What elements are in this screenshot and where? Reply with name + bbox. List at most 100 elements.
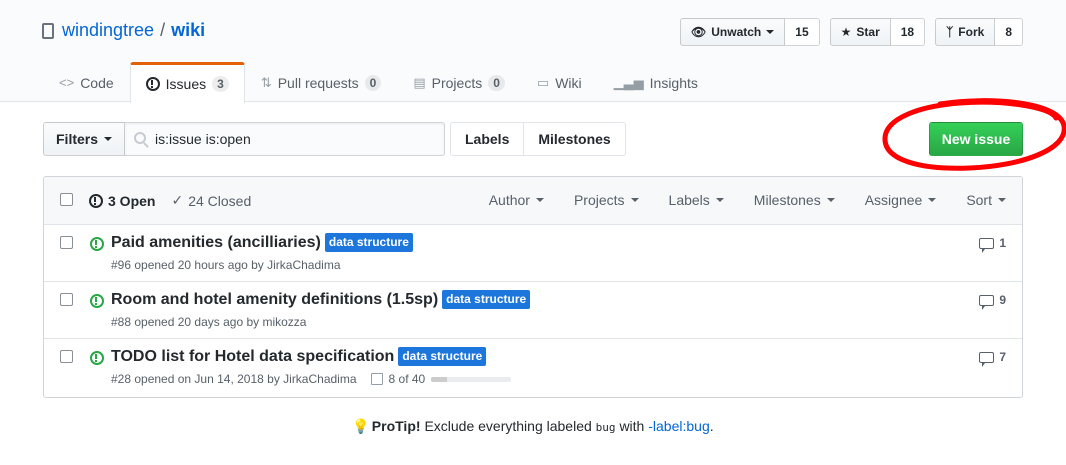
chevron-down-icon xyxy=(928,198,937,202)
pulls-counter: 0 xyxy=(364,74,382,91)
tab-issues[interactable]: Issues 3 xyxy=(129,62,245,103)
tab-wiki-label: Wiki xyxy=(555,74,582,91)
author-filter[interactable]: Author xyxy=(489,192,544,208)
issue-checkbox[interactable] xyxy=(60,350,73,363)
eye-icon: 👁 xyxy=(691,25,707,39)
tab-wiki[interactable]: ▭ Wiki xyxy=(521,62,598,102)
protip-title: ProTip! xyxy=(371,418,421,434)
code-icon: <> xyxy=(59,75,75,90)
graph-icon: ▁▃▅ xyxy=(613,74,644,90)
watchers-count[interactable]: 15 xyxy=(785,18,820,46)
issue-title-link[interactable]: TODO list for Hotel data specification xyxy=(111,348,394,366)
search-value: is:issue is:open xyxy=(155,131,251,147)
fork-button[interactable]: ᛉ Fork xyxy=(935,18,996,46)
chevron-down-icon xyxy=(766,30,775,34)
stars-count[interactable]: 18 xyxy=(890,18,926,46)
labels-milestones-nav: Labels Milestones xyxy=(450,122,626,156)
unwatch-button[interactable]: 👁 Unwatch xyxy=(680,18,786,46)
task-progress-fill xyxy=(431,376,448,382)
issue-label[interactable]: data structure xyxy=(442,290,531,309)
sort-filter[interactable]: Sort xyxy=(966,192,1006,208)
repo-actions: 👁 Unwatch 15 ★ Star 18 ᛉ Fork 8 xyxy=(680,18,1023,46)
fork-label: Fork xyxy=(958,25,985,39)
issue-state-links: 3 Open ✓ 24 Closed xyxy=(89,192,251,209)
comments-link[interactable]: 1 xyxy=(979,236,1006,253)
git-pull-request-icon: ⇅ xyxy=(260,74,272,90)
comments-link[interactable]: 7 xyxy=(979,350,1006,367)
tab-issues-label: Issues xyxy=(165,76,207,92)
closed-issues-link[interactable]: ✓ 24 Closed xyxy=(171,192,251,209)
closed-count-label: 24 Closed xyxy=(188,192,252,209)
comment-icon xyxy=(979,351,995,367)
task-progress-text: 8 of 40 xyxy=(388,372,426,386)
list-item: TODO list for Hotel data specification d… xyxy=(44,339,1022,396)
labels-filter[interactable]: Labels xyxy=(669,192,724,208)
protip-code: bug xyxy=(595,421,616,434)
comments-link[interactable]: 9 xyxy=(979,293,1006,310)
issue-meta: #28 opened on Jun 14, 2018 by JirkaChadi… xyxy=(111,372,512,386)
issue-label[interactable]: data structure xyxy=(398,347,487,366)
forks-count[interactable]: 8 xyxy=(995,18,1023,46)
chevron-down-icon xyxy=(630,198,639,202)
protip-link[interactable]: -label:bug xyxy=(648,418,710,434)
search-icon xyxy=(134,132,147,144)
chevron-down-icon xyxy=(535,198,544,202)
issue-title-row: Paid amenities (ancilliaries) data struc… xyxy=(111,233,413,252)
projects-filter[interactable]: Projects xyxy=(574,192,639,208)
comment-icon xyxy=(979,294,995,310)
issue-title-link[interactable]: Room and hotel amenity definitions (1.5s… xyxy=(111,291,438,309)
repo-owner-link[interactable]: windingtree xyxy=(62,20,154,41)
labels-filter-label: Labels xyxy=(668,192,710,208)
issue-checkbox[interactable] xyxy=(60,236,73,249)
select-all-checkbox[interactable] xyxy=(60,193,73,206)
milestones-link[interactable]: Milestones xyxy=(524,122,626,156)
milestones-filter[interactable]: Milestones xyxy=(754,192,835,208)
filters-dropdown[interactable]: Filters xyxy=(43,122,126,156)
unwatch-label: Unwatch xyxy=(711,25,762,39)
assignee-filter[interactable]: Assignee xyxy=(865,192,937,208)
checklist-icon xyxy=(370,373,383,385)
star-label: Star xyxy=(856,25,880,39)
author-filter-label: Author xyxy=(488,192,530,208)
issue-checkbox[interactable] xyxy=(60,293,73,306)
repo-title: windingtree / wiki xyxy=(42,20,205,41)
chevron-down-icon xyxy=(104,137,113,141)
issue-filter-menus: Author Projects Labels Milestones Assign… xyxy=(489,192,1006,208)
issue-opened-icon xyxy=(145,77,160,91)
tab-code-label: Code xyxy=(80,74,114,91)
issues-list-header: 3 Open ✓ 24 Closed Author Projects Label… xyxy=(44,177,1022,225)
issue-title-link[interactable]: Paid amenities (ancilliaries) xyxy=(111,234,321,252)
chevron-down-icon xyxy=(998,198,1006,202)
comments-count: 7 xyxy=(999,350,1006,364)
issue-opened-icon xyxy=(90,237,104,251)
labels-link[interactable]: Labels xyxy=(450,122,525,156)
repo-name-link[interactable]: wiki xyxy=(171,20,205,41)
open-count-label: 3 Open xyxy=(108,192,156,209)
tab-projects[interactable]: ▤ Projects 0 xyxy=(397,62,521,102)
project-icon: ▤ xyxy=(413,74,426,90)
protip-period: . xyxy=(709,418,714,434)
chevron-down-icon xyxy=(826,198,835,202)
issue-label[interactable]: data structure xyxy=(324,233,413,252)
issue-meta: #88 opened 20 days ago by mikozza xyxy=(111,315,306,329)
issues-search-input[interactable]: is:issue is:open xyxy=(125,122,446,156)
tab-code[interactable]: <> Code xyxy=(43,62,130,102)
protip-text: Exclude everything labeled xyxy=(424,418,592,434)
issues-list: 3 Open ✓ 24 Closed Author Projects Label… xyxy=(43,176,1023,398)
filters-label: Filters xyxy=(56,131,99,147)
chevron-down-icon xyxy=(715,198,724,202)
tab-pull-requests[interactable]: ⇅ Pull requests 0 xyxy=(245,62,398,102)
issue-opened-icon xyxy=(90,351,104,365)
new-issue-button[interactable]: New issue xyxy=(929,122,1023,156)
list-item: Paid amenities (ancilliaries) data struc… xyxy=(44,225,1022,282)
tab-pulls-label: Pull requests xyxy=(277,74,359,91)
open-issues-link[interactable]: 3 Open xyxy=(89,192,155,209)
star-group: ★ Star 18 xyxy=(829,18,926,46)
issues-filter-bar: Filters is:issue is:open xyxy=(43,122,446,156)
issue-meta-text: #96 opened 20 hours ago by JirkaChadima xyxy=(111,258,341,272)
comments-count: 1 xyxy=(999,236,1006,250)
repo-nav: <> Code Issues 3 ⇅ Pull requests 0 ▤ Pro… xyxy=(43,62,714,103)
tab-insights[interactable]: ▁▃▅ Insights xyxy=(598,62,714,102)
star-button[interactable]: ★ Star xyxy=(829,18,891,46)
fork-icon: ᛉ xyxy=(946,25,954,39)
